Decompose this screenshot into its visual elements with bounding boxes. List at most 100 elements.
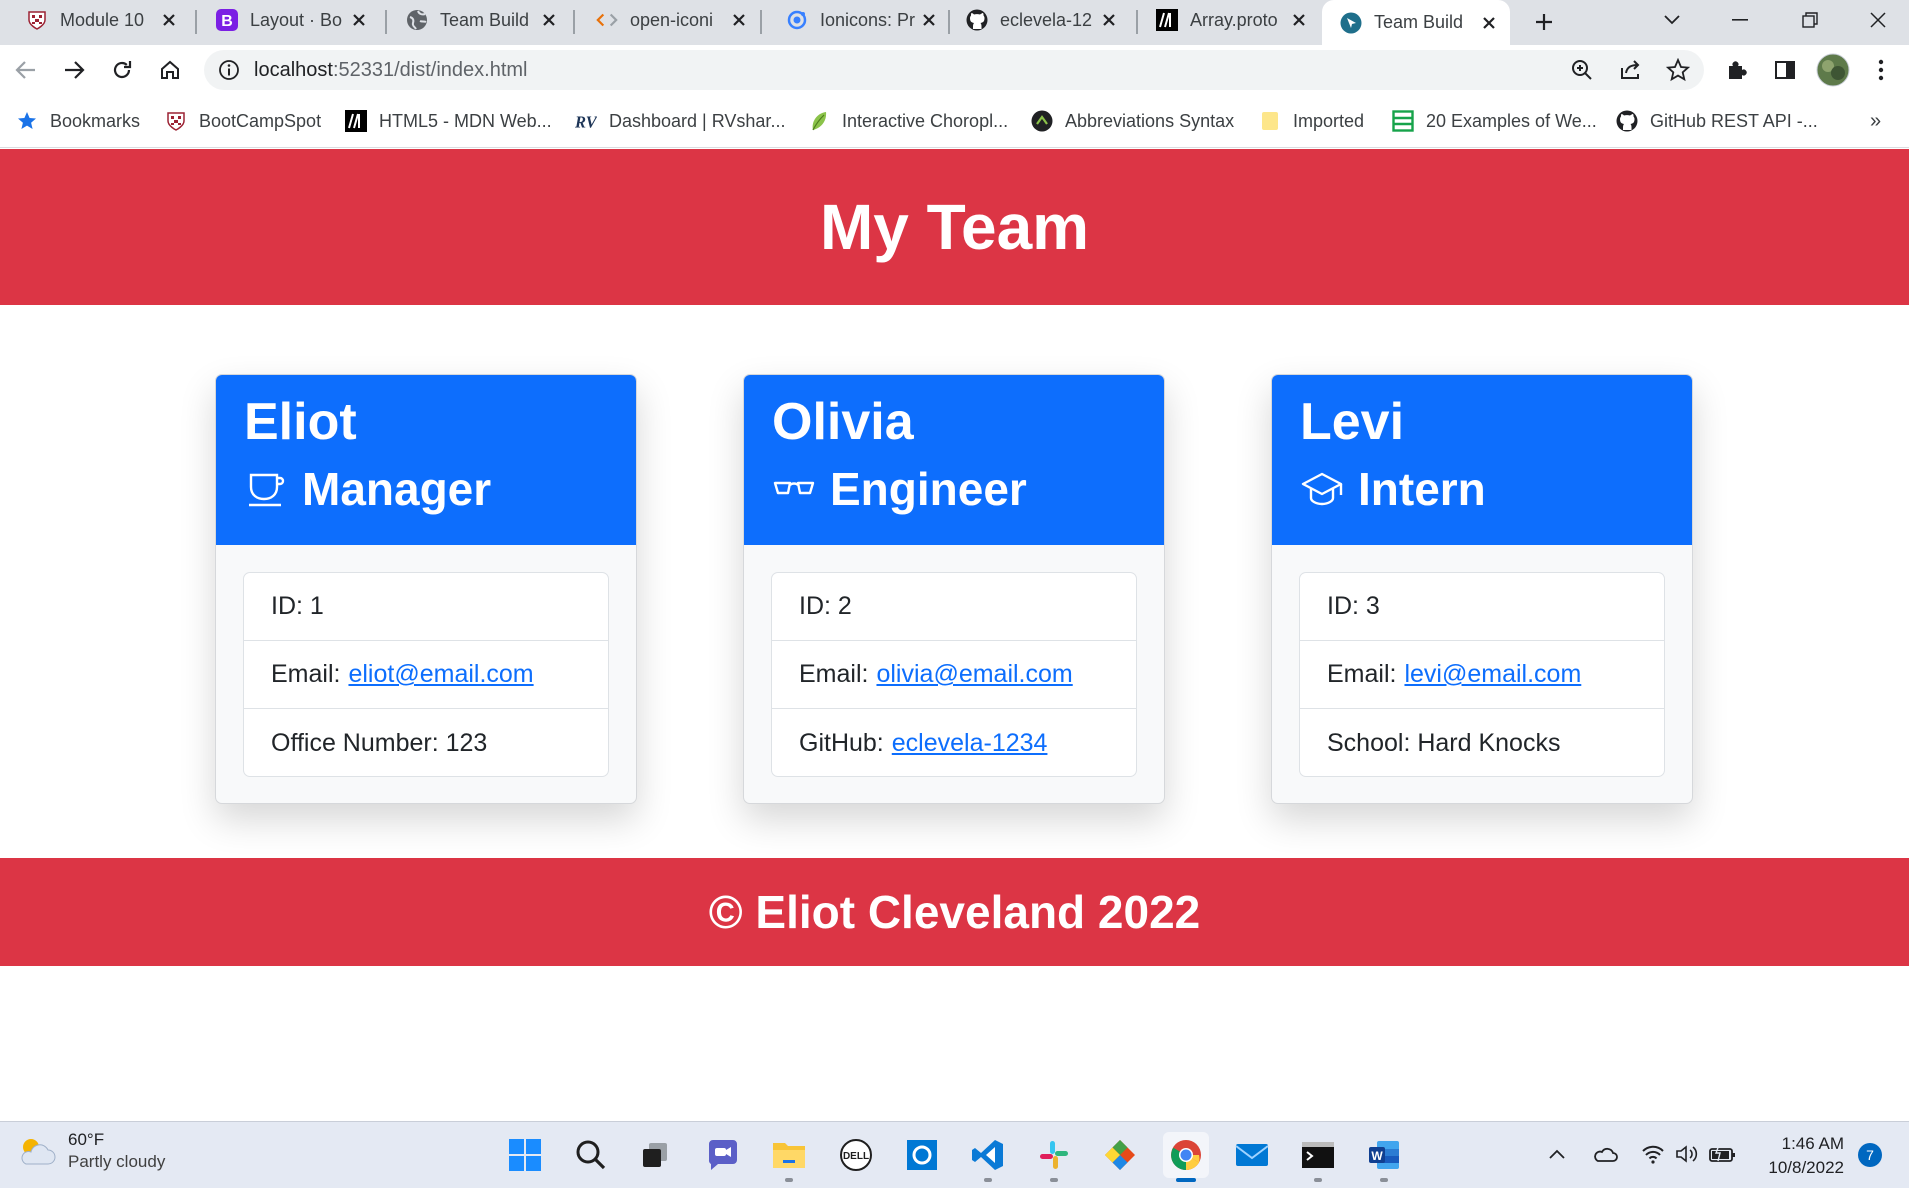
slack-button[interactable] bbox=[1031, 1132, 1077, 1182]
email-label: Email: bbox=[271, 660, 341, 688]
browser-tab-strip: Module 10 B Layout · Bo Team Build open-… bbox=[0, 0, 1909, 45]
task-view-button[interactable] bbox=[632, 1132, 678, 1178]
wifi-icon bbox=[1642, 1145, 1664, 1164]
extensions-button[interactable] bbox=[1719, 52, 1755, 88]
employee-details-list: ID: 2 Email: olivia@email.com GitHub: ecle… bbox=[771, 572, 1137, 777]
tab-team-builder-1[interactable]: Team Build bbox=[380, 0, 570, 40]
tab-ionicons[interactable]: Ionicons: Pr bbox=[760, 0, 950, 40]
taskbar-clock[interactable]: 1:46 AM 10/8/2022 bbox=[1750, 1134, 1844, 1178]
team-builder-icon bbox=[1340, 12, 1362, 34]
close-window-button[interactable] bbox=[1856, 4, 1900, 36]
card-header: Eliot Manager bbox=[216, 375, 636, 545]
tab-array-prototype[interactable]: Array.proto bbox=[1130, 0, 1320, 40]
puzzle-icon bbox=[1729, 61, 1747, 79]
bookmark-imported[interactable]: Imported bbox=[1259, 107, 1364, 135]
tab-layout[interactable]: B Layout · Bo bbox=[190, 0, 380, 40]
vscode-button[interactable] bbox=[965, 1132, 1011, 1182]
running-indicator bbox=[984, 1178, 992, 1182]
employee-details-list: ID: 1 Email: eliot@email.com Office Numbe… bbox=[243, 572, 609, 777]
bookmark-bootcampspot[interactable]: BootCampSpot bbox=[165, 107, 321, 135]
email-link[interactable]: olivia@email.com bbox=[876, 660, 1072, 689]
bookmark-label: Dashboard | RVshar... bbox=[609, 110, 786, 131]
close-icon[interactable] bbox=[1288, 9, 1310, 31]
card-header: Levi Intern bbox=[1272, 375, 1692, 545]
github-link[interactable]: eclevela-1234 bbox=[892, 729, 1048, 758]
forward-button[interactable] bbox=[56, 52, 92, 88]
graduation-cap-icon bbox=[1300, 467, 1344, 511]
minimize-icon bbox=[1732, 19, 1748, 21]
word-button[interactable]: W bbox=[1361, 1132, 1407, 1182]
onedrive-button[interactable] bbox=[1590, 1139, 1620, 1169]
teams-chat-button[interactable] bbox=[700, 1132, 746, 1178]
close-icon[interactable] bbox=[538, 9, 560, 31]
git-button[interactable] bbox=[1097, 1132, 1143, 1178]
show-hidden-icons-button[interactable] bbox=[1542, 1139, 1572, 1169]
dell-button[interactable]: DELL bbox=[833, 1132, 879, 1178]
tab-title: Module 10 bbox=[60, 9, 145, 30]
tab-search-button[interactable] bbox=[1650, 4, 1694, 36]
reload-button[interactable] bbox=[104, 52, 140, 88]
arrow-right-icon bbox=[65, 61, 85, 79]
volume-button[interactable] bbox=[1672, 1139, 1702, 1169]
email-link[interactable]: eliot@email.com bbox=[348, 660, 533, 689]
close-icon[interactable] bbox=[1478, 12, 1500, 34]
cortana-button[interactable] bbox=[899, 1132, 945, 1178]
address-bar[interactable]: localhost:52331/dist/index.html bbox=[204, 50, 1704, 90]
url-text[interactable]: localhost:52331/dist/index.html bbox=[254, 59, 528, 82]
back-button[interactable] bbox=[8, 52, 44, 88]
weather-widget[interactable]: 60°F Partly cloudy bbox=[16, 1130, 165, 1172]
battery-charging-icon bbox=[1709, 1144, 1735, 1162]
bookmark-20-examples[interactable]: 20 Examples of We... bbox=[1392, 107, 1597, 135]
employee-id: ID: 2 bbox=[772, 573, 1136, 641]
tab-team-builder-active[interactable]: Team Build bbox=[1322, 0, 1510, 45]
notification-badge[interactable]: 7 bbox=[1858, 1143, 1882, 1167]
tab-open-iconic[interactable]: open-iconi bbox=[570, 0, 760, 40]
partly-cloudy-icon bbox=[16, 1134, 56, 1168]
bookmark-html5-mdn[interactable]: HTML5 - MDN Web... bbox=[345, 107, 552, 135]
bookmark-abbreviations-syntax[interactable]: Abbreviations Syntax bbox=[1031, 107, 1234, 135]
running-indicator bbox=[1050, 1178, 1058, 1182]
bookmark-github-rest-api[interactable]: GitHub REST API -... bbox=[1616, 107, 1818, 135]
employee-card-engineer: Olivia Engineer ID: 2 Email: olivia@email… bbox=[743, 374, 1165, 804]
employee-office-number: Office Number: 123 bbox=[244, 709, 608, 777]
restore-button[interactable] bbox=[1788, 4, 1832, 36]
share-icon[interactable] bbox=[1618, 58, 1642, 82]
taskbar-search-button[interactable] bbox=[568, 1132, 614, 1178]
tab-eclevela[interactable]: eclevela-12 bbox=[940, 0, 1130, 40]
tab-module-10[interactable]: Module 10 bbox=[0, 0, 190, 40]
word-icon: W bbox=[1369, 1141, 1399, 1169]
running-indicator bbox=[1380, 1178, 1388, 1182]
terminal-button[interactable] bbox=[1295, 1132, 1341, 1182]
battery-button[interactable] bbox=[1708, 1139, 1738, 1169]
clock-date: 10/8/2022 bbox=[1768, 1158, 1844, 1177]
minimize-button[interactable] bbox=[1718, 4, 1762, 36]
github-label: GitHub: bbox=[799, 728, 884, 757]
close-icon[interactable] bbox=[728, 9, 750, 31]
close-icon[interactable] bbox=[1098, 9, 1120, 31]
profile-avatar[interactable] bbox=[1815, 52, 1851, 88]
bookmarks-overflow-button[interactable]: » bbox=[1870, 107, 1881, 135]
zoom-icon[interactable] bbox=[1570, 58, 1594, 82]
close-icon[interactable] bbox=[158, 9, 180, 31]
page-header: My Team bbox=[0, 149, 1909, 305]
bookmark-bookmarks[interactable]: Bookmarks bbox=[16, 107, 140, 135]
windows-start-button[interactable] bbox=[502, 1132, 548, 1178]
restore-icon bbox=[1802, 12, 1818, 28]
home-button[interactable] bbox=[152, 52, 188, 88]
info-icon[interactable] bbox=[218, 59, 240, 81]
avatar-icon bbox=[1816, 53, 1850, 87]
wifi-button[interactable] bbox=[1638, 1139, 1668, 1169]
new-tab-button[interactable] bbox=[1528, 6, 1560, 38]
file-explorer-button[interactable] bbox=[766, 1132, 812, 1182]
bookmark-interactive-choropleth[interactable]: Interactive Choropl... bbox=[808, 107, 1008, 135]
bookmark-dashboard-rvshare[interactable]: RV Dashboard | RVshar... bbox=[575, 107, 785, 135]
bookmark-star-icon[interactable] bbox=[1666, 58, 1690, 82]
email-link[interactable]: levi@email.com bbox=[1404, 660, 1581, 689]
close-icon[interactable] bbox=[918, 9, 940, 31]
mail-button[interactable] bbox=[1229, 1132, 1275, 1178]
bookmarks-bar: Bookmarks BootCampSpot HTML5 - MDN Web..… bbox=[0, 95, 1909, 148]
chrome-button[interactable] bbox=[1163, 1132, 1209, 1182]
close-icon[interactable] bbox=[348, 9, 370, 31]
menu-button[interactable] bbox=[1863, 52, 1899, 88]
side-panel-button[interactable] bbox=[1767, 52, 1803, 88]
